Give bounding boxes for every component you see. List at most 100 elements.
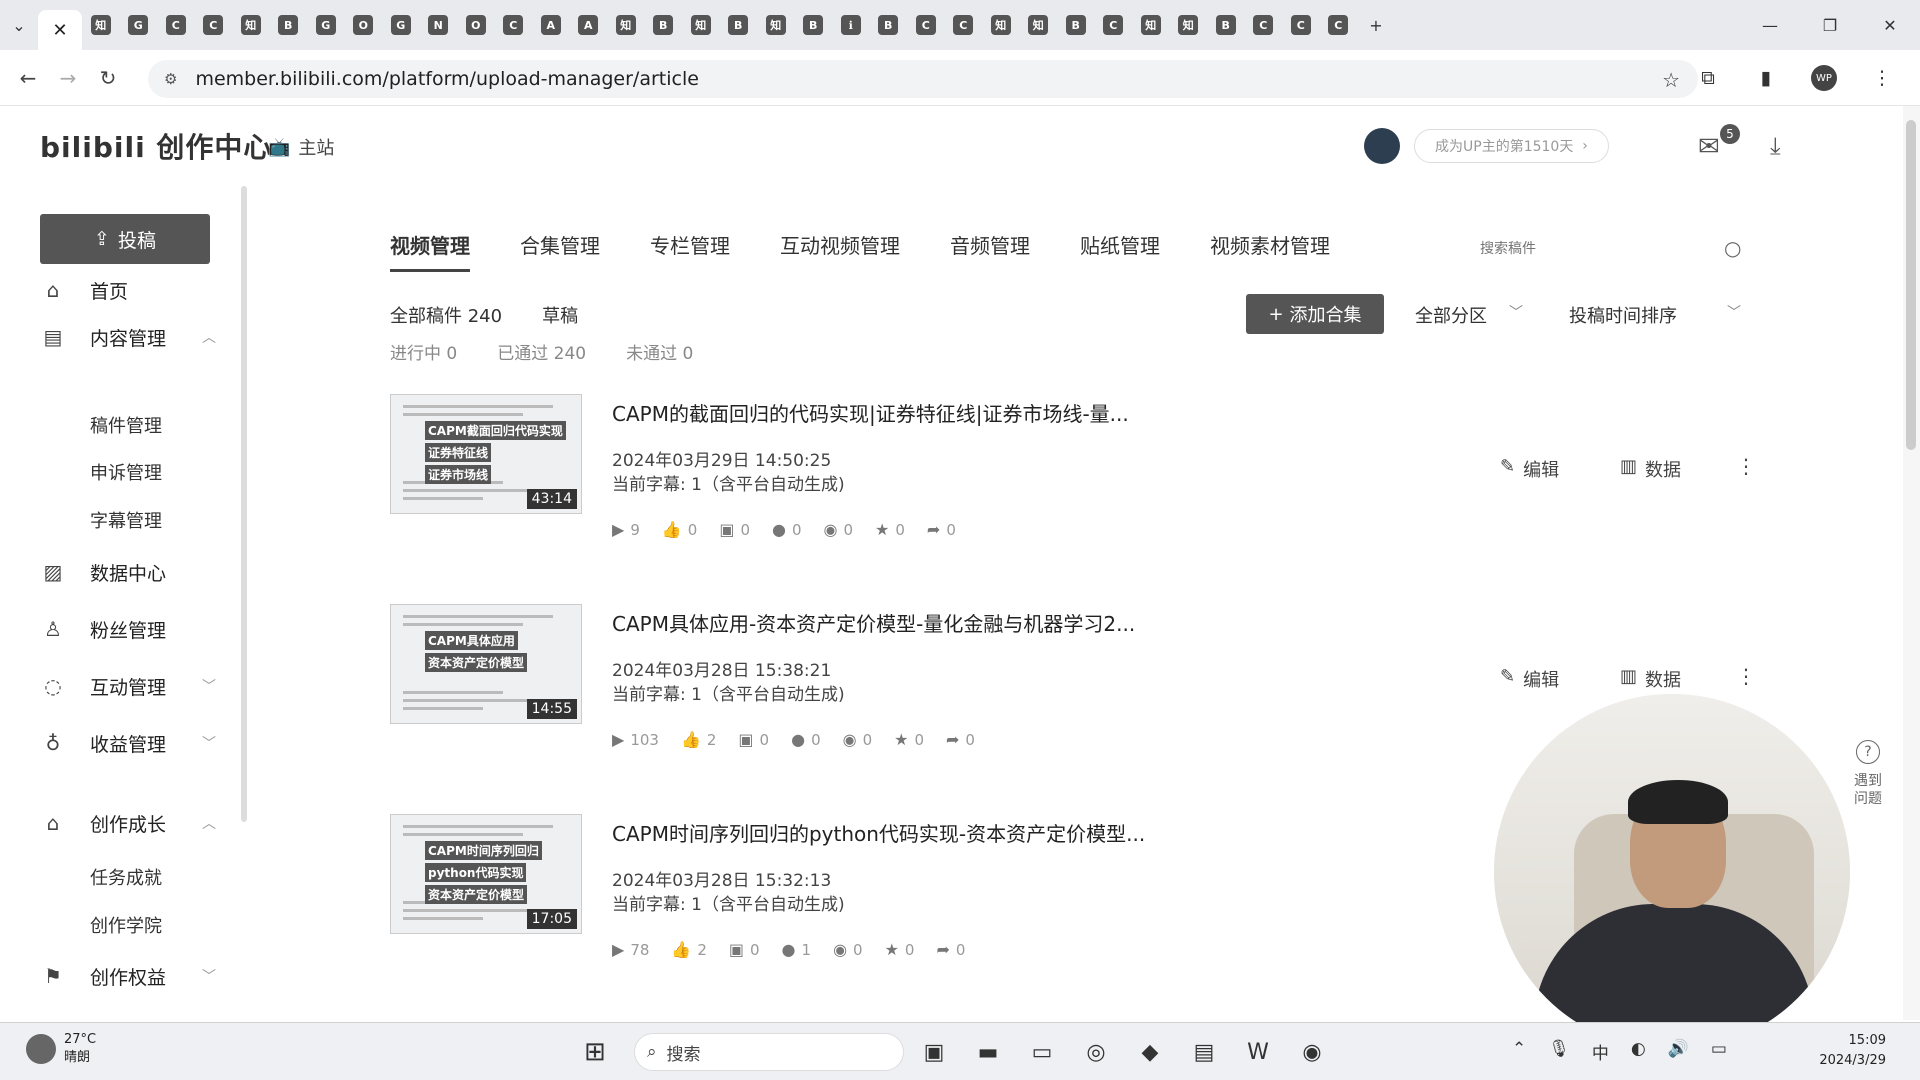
more-dots-icon[interactable]: ⋮: [1736, 454, 1756, 478]
upload-button[interactable]: ⇪ 投稿: [40, 214, 210, 264]
video-title[interactable]: CAPM具体应用-资本资产定价模型-量化金融与机器学习2...: [612, 608, 1135, 637]
battery-icon[interactable]: ▭: [1711, 1039, 1727, 1064]
tab-favicon-icon[interactable]: 知: [232, 7, 270, 43]
sidebar-sub-academy[interactable]: 创作学院: [90, 912, 162, 938]
tab-favicon-icon[interactable]: C: [195, 7, 233, 43]
tab-favicon-icon[interactable]: C: [1095, 7, 1133, 43]
new-tab-button[interactable]: +: [1357, 6, 1395, 44]
menu-dots-icon[interactable]: ⋮: [1864, 60, 1900, 96]
tab-favicon-icon[interactable]: 知: [1020, 7, 1058, 43]
tab-material[interactable]: 视频素材管理: [1210, 230, 1330, 272]
filter-draft[interactable]: 草稿: [542, 302, 578, 328]
site-logo[interactable]: bilibili 创作中心: [40, 126, 272, 166]
mail-icon[interactable]: ✉: [1698, 132, 1720, 162]
cmd-icon[interactable]: ▤: [1184, 1033, 1224, 1071]
main-site-link[interactable]: 📺 主站: [268, 134, 334, 160]
tab-favicon-icon[interactable]: B: [645, 7, 683, 43]
tab-favicon-icon[interactable]: 知: [757, 7, 795, 43]
edit-button[interactable]: ✎ 编辑: [1500, 456, 1559, 482]
tab-favicon-icon[interactable]: O: [457, 7, 495, 43]
sidebar-item-income[interactable]: ♁ 收益管理 ﹀: [0, 723, 230, 763]
reload-icon[interactable]: ↻: [88, 58, 128, 98]
forward-icon[interactable]: →: [48, 58, 88, 98]
add-collection-button[interactable]: + 添加合集: [1246, 294, 1384, 334]
edit-button[interactable]: ✎ 编辑: [1500, 666, 1559, 692]
chrome-icon[interactable]: ◎: [1076, 1033, 1116, 1071]
bookmark-star-icon[interactable]: ☆: [1662, 68, 1680, 92]
side-panel-icon[interactable]: ▮: [1748, 60, 1784, 96]
tab-favicon-icon[interactable]: ℹ: [832, 7, 870, 43]
minimize-button[interactable]: —: [1740, 0, 1800, 50]
sidebar-item-interaction[interactable]: ◌ 互动管理 ﹀: [0, 666, 230, 706]
close-window-button[interactable]: ✕: [1860, 0, 1920, 50]
tab-video[interactable]: 视频管理: [390, 230, 470, 272]
tab-favicon-icon[interactable]: 知: [682, 7, 720, 43]
tab-favicon-icon[interactable]: C: [1320, 7, 1358, 43]
sidebar-item-growth[interactable]: ⌂ 创作成长 ︿: [0, 803, 230, 843]
omnibox[interactable]: ⚙ member.bilibili.com/platform/upload-ma…: [148, 60, 1698, 98]
tab-favicon-icon[interactable]: C: [495, 7, 533, 43]
url-text[interactable]: member.bilibili.com/platform/upload-mana…: [195, 68, 698, 90]
filter-in-progress[interactable]: 进行中 0: [390, 339, 457, 364]
filter-passed[interactable]: 已通过 240: [497, 339, 586, 364]
video-thumbnail[interactable]: CAPM时间序列回归 python代码实现 资本资产定价模型 17:05: [390, 814, 582, 934]
tab-favicon-icon[interactable]: G: [307, 7, 345, 43]
back-icon[interactable]: ←: [8, 58, 48, 98]
help-widget[interactable]: ? 遇到问题: [1848, 740, 1888, 808]
active-tab-close-icon[interactable]: ✕: [38, 10, 82, 50]
pycharm-icon[interactable]: ◆: [1130, 1033, 1170, 1071]
tab-audio[interactable]: 音频管理: [950, 230, 1030, 272]
video-thumbnail[interactable]: CAPM截面回归代码实现 证券特征线 证券市场线 43:14: [390, 394, 582, 514]
zone-select[interactable]: 全部分区 ﹀: [1415, 302, 1523, 328]
folder-icon[interactable]: ▭: [1022, 1033, 1062, 1071]
tab-favicon-icon[interactable]: B: [720, 7, 758, 43]
sidebar-sub-appeal[interactable]: 申诉管理: [90, 459, 162, 485]
site-info-icon[interactable]: ⚙: [164, 70, 177, 88]
sidebar-item-home[interactable]: ⌂ 首页: [0, 270, 230, 310]
video-title[interactable]: CAPM时间序列回归的python代码实现-资本资产定价模型...: [612, 818, 1145, 847]
sidebar-item-data[interactable]: ▨ 数据中心: [0, 552, 230, 592]
tab-favicon-icon[interactable]: C: [1245, 7, 1283, 43]
network-icon[interactable]: ◐: [1631, 1039, 1646, 1064]
search-icon[interactable]: ○: [1724, 236, 1741, 260]
tab-favicon-icon[interactable]: C: [157, 7, 195, 43]
tab-favicon-icon[interactable]: G: [382, 7, 420, 43]
tab-favicon-icon[interactable]: A: [532, 7, 570, 43]
sidebar-scrollbar[interactable]: [241, 186, 247, 822]
terminal-icon[interactable]: ▬: [968, 1033, 1008, 1071]
tab-favicon-icon[interactable]: B: [1057, 7, 1095, 43]
page-scrollbar[interactable]: [1903, 106, 1920, 1020]
more-dots-icon[interactable]: ⋮: [1736, 664, 1756, 688]
tab-favicon-icon[interactable]: B: [270, 7, 308, 43]
sort-select[interactable]: 投稿时间排序 ﹀: [1569, 302, 1741, 328]
wps-icon[interactable]: W: [1238, 1033, 1278, 1071]
tab-favicon-icon[interactable]: A: [570, 7, 608, 43]
tab-search-chevron-icon[interactable]: ⌄: [0, 6, 38, 44]
sidebar-sub-subtitle[interactable]: 字幕管理: [90, 507, 162, 533]
download-icon[interactable]: ⤓: [1770, 132, 1781, 160]
tab-column[interactable]: 专栏管理: [650, 230, 730, 272]
volume-icon[interactable]: 🔊: [1668, 1039, 1689, 1064]
tab-favicon-icon[interactable]: G: [120, 7, 158, 43]
tab-favicon-icon[interactable]: C: [907, 7, 945, 43]
chevron-up-icon[interactable]: ⌃: [1512, 1039, 1526, 1064]
windows-start-icon[interactable]: ⊞: [584, 1037, 606, 1067]
search-input[interactable]: [1480, 236, 1740, 262]
filter-all[interactable]: 全部稿件 240: [390, 302, 502, 328]
obs-icon[interactable]: ◉: [1292, 1033, 1332, 1071]
filter-failed[interactable]: 未通过 0: [626, 339, 693, 364]
mic-icon[interactable]: 🎙: [1548, 1039, 1570, 1064]
ime-icon[interactable]: 中: [1592, 1039, 1609, 1064]
sidebar-sub-manuscript[interactable]: 稿件管理: [90, 412, 162, 438]
sidebar-item-fans[interactable]: ♙ 粉丝管理: [0, 609, 230, 649]
tab-sticker[interactable]: 贴纸管理: [1080, 230, 1160, 272]
clock[interactable]: 15:09 2024/3/29: [1796, 1031, 1886, 1071]
tab-interactive-video[interactable]: 互动视频管理: [780, 230, 900, 272]
scrollbar-thumb[interactable]: [1906, 120, 1916, 450]
sidebar-item-content[interactable]: ▤ 内容管理 ︿: [0, 317, 230, 357]
tab-favicon-icon[interactable]: 知: [1170, 7, 1208, 43]
weather-widget[interactable]: 27°C 晴朗: [26, 1031, 96, 1067]
tab-favicon-icon[interactable]: B: [1207, 7, 1245, 43]
taskbar-search[interactable]: ⌕ 搜索: [634, 1033, 904, 1071]
tab-favicon-icon[interactable]: 知: [607, 7, 645, 43]
